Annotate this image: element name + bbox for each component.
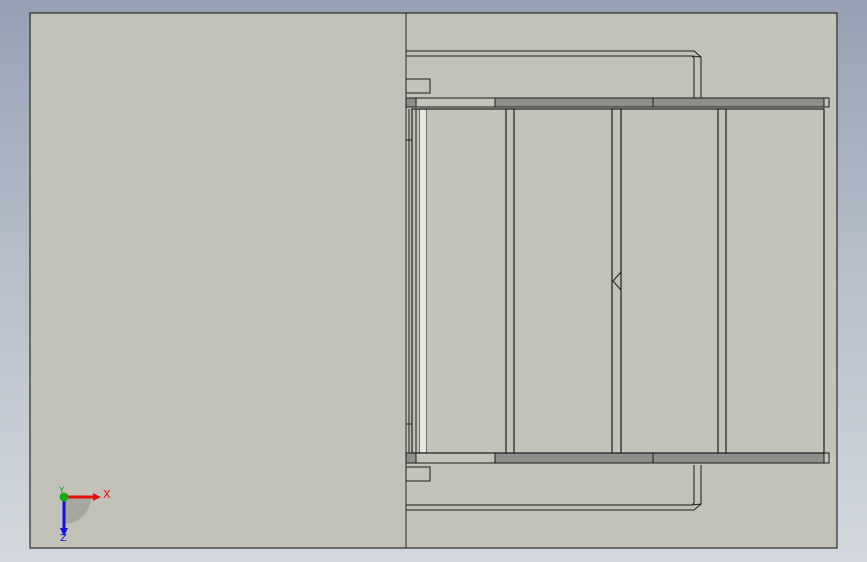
graphics-area[interactable]: X Y Z [0, 0, 867, 562]
left-edge-strips[interactable] [406, 109, 427, 453]
post-3 [717, 108, 727, 454]
triad-z-label: Z [60, 533, 67, 544]
post-1 [505, 108, 515, 454]
triad-y-label: Y [58, 486, 65, 496]
bottom-frame-bar[interactable] [405, 452, 830, 464]
triad-x-label: X [103, 488, 111, 501]
top-frame-bar[interactable] [405, 97, 830, 108]
